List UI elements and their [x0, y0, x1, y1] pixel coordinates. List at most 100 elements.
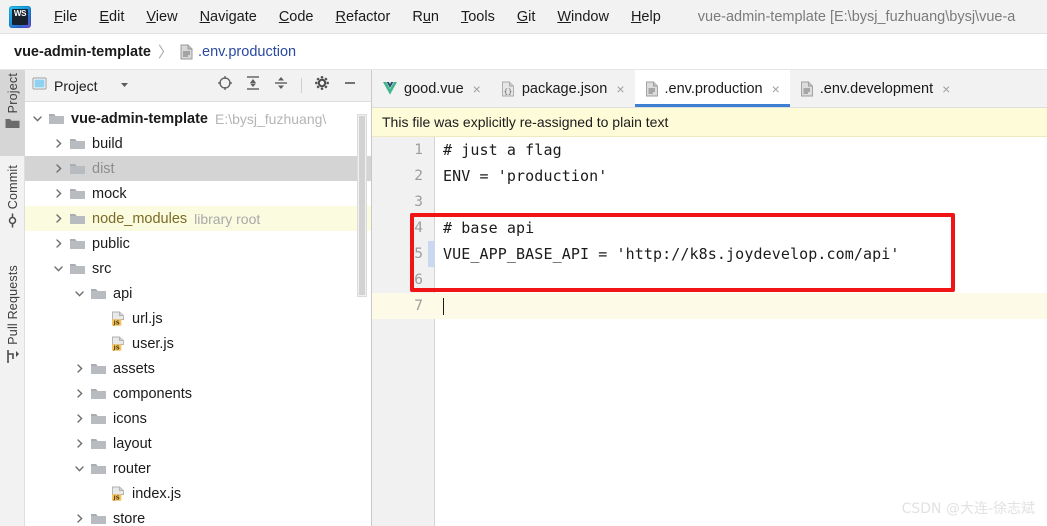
- tree-node-icons[interactable]: icons: [25, 406, 371, 431]
- code-text: # base api: [443, 219, 535, 237]
- folder-icon: [90, 361, 107, 376]
- menu-run[interactable]: Run: [401, 6, 450, 28]
- code-line[interactable]: 2 ENV = 'production': [372, 163, 1047, 189]
- code-line[interactable]: 7: [372, 293, 1047, 319]
- tree-node-store[interactable]: store: [25, 506, 371, 526]
- tree-node-node-modules[interactable]: node_modules library root: [25, 206, 371, 231]
- breadcrumb-project[interactable]: vue-admin-template: [14, 44, 151, 60]
- menu-git[interactable]: Git: [506, 6, 547, 28]
- editor-area: good.vue × {} package.json × .env.production ×…: [372, 70, 1047, 526]
- close-icon[interactable]: ×: [942, 82, 950, 96]
- chevron-right-icon[interactable]: [73, 362, 86, 375]
- chevron-right-icon[interactable]: [52, 137, 65, 150]
- chevron-right-icon[interactable]: [52, 237, 65, 250]
- chevron-right-icon[interactable]: [73, 437, 86, 450]
- tree-node-router[interactable]: router: [25, 456, 371, 481]
- chevron-down-icon[interactable]: [119, 77, 130, 95]
- tree-no-arrow: [94, 312, 107, 325]
- code-line[interactable]: 3: [372, 189, 1047, 215]
- breadcrumb-file[interactable]: .env.production: [198, 44, 296, 60]
- chevron-right-icon[interactable]: [52, 162, 65, 175]
- line-number: 1: [414, 142, 423, 158]
- tree-node-api[interactable]: api: [25, 281, 371, 306]
- chevron-down-icon[interactable]: [73, 287, 86, 300]
- tree-node-label: index.js: [132, 485, 182, 502]
- vue-file-icon: [382, 81, 398, 96]
- collapse-all-icon[interactable]: [273, 75, 289, 96]
- code-line[interactable]: 5 VUE_APP_BASE_API = 'http://k8s.joydevel…: [372, 241, 1047, 267]
- code-line[interactable]: 6: [372, 267, 1047, 293]
- editor-tab--env-development[interactable]: .env.development ×: [790, 70, 961, 107]
- project-panel-header: Project: [25, 70, 371, 102]
- tree-no-arrow: [94, 337, 107, 350]
- tree-node-user-js[interactable]: JS user.js: [25, 331, 371, 356]
- editor-tab-good-vue[interactable]: good.vue ×: [372, 70, 491, 107]
- chevron-right-icon[interactable]: [73, 512, 86, 525]
- tree-node-path: E:\bysj_fuzhuang\: [214, 110, 327, 127]
- folder-icon: [69, 236, 86, 251]
- tool-window-commit[interactable]: Commit: [0, 162, 25, 254]
- tool-window-pull-requests[interactable]: Pull Requests: [0, 262, 25, 390]
- menu-code[interactable]: Code: [268, 6, 325, 28]
- folder-icon: [90, 386, 107, 401]
- menu-view[interactable]: View: [135, 6, 188, 28]
- tool-window-project[interactable]: Project: [0, 70, 25, 156]
- chevron-down-icon[interactable]: [73, 462, 86, 475]
- tree-node-build[interactable]: build: [25, 131, 371, 156]
- close-icon[interactable]: ×: [473, 82, 481, 96]
- tree-node-dist[interactable]: dist: [25, 156, 371, 181]
- tree-node-vue-admin-template[interactable]: vue-admin-template E:\bysj_fuzhuang\: [25, 106, 371, 131]
- chevron-down-icon[interactable]: [52, 262, 65, 275]
- menu-refactor[interactable]: Refactor: [325, 6, 402, 28]
- project-tool-window: Project vue-admin-template E:\bysj_fuzhu…: [25, 70, 372, 526]
- tree-node-layout[interactable]: layout: [25, 431, 371, 456]
- title-bar: FileEditViewNavigateCodeRefactorRunTools…: [0, 0, 1047, 34]
- menu-edit[interactable]: Edit: [88, 6, 135, 28]
- tree-no-arrow: [94, 487, 107, 500]
- menu-window[interactable]: Window: [546, 6, 620, 28]
- project-view-tab[interactable]: Project: [32, 76, 130, 96]
- tree-node-label: user.js: [132, 335, 174, 352]
- editor-tab--env-production[interactable]: .env.production ×: [634, 70, 791, 107]
- menu-tools[interactable]: Tools: [450, 6, 506, 28]
- gear-icon[interactable]: [314, 75, 330, 96]
- js-file-icon: JS: [111, 311, 126, 327]
- folder-icon: [90, 511, 107, 526]
- locate-icon[interactable]: [217, 75, 233, 96]
- close-icon[interactable]: ×: [772, 82, 780, 96]
- menu-navigate[interactable]: Navigate: [189, 6, 268, 28]
- code-editor[interactable]: 1 # just a flag 2 ENV = 'production' 3 4 # bas…: [372, 137, 1047, 526]
- tool-window-label: Project: [5, 73, 20, 114]
- editor-tabs: good.vue × {} package.json × .env.production ×…: [372, 70, 1047, 108]
- branch-icon: [5, 349, 20, 369]
- minimize-icon[interactable]: [342, 75, 358, 96]
- line-number: 5: [414, 246, 423, 262]
- code-line[interactable]: 4 # base api: [372, 215, 1047, 241]
- chevron-down-icon[interactable]: [31, 112, 44, 125]
- project-file-tree[interactable]: vue-admin-template E:\bysj_fuzhuang\ build…: [25, 102, 371, 526]
- tree-node-src[interactable]: src: [25, 256, 371, 281]
- project-panel-title: Project: [54, 77, 98, 94]
- code-line[interactable]: 1 # just a flag: [372, 137, 1047, 163]
- line-number: 4: [414, 220, 423, 236]
- tree-node-assets[interactable]: assets: [25, 356, 371, 381]
- chevron-right-icon[interactable]: [52, 212, 65, 225]
- close-icon[interactable]: ×: [616, 82, 624, 96]
- toolbar-divider: [301, 78, 302, 93]
- text-file-icon: [800, 81, 814, 97]
- tree-node-index-js[interactable]: JS index.js: [25, 481, 371, 506]
- editor-tab-package-json[interactable]: {} package.json ×: [491, 70, 635, 107]
- chevron-right-icon[interactable]: [73, 387, 86, 400]
- expand-all-icon[interactable]: [245, 75, 261, 96]
- tree-scrollbar[interactable]: [357, 114, 367, 297]
- tree-node-public[interactable]: public: [25, 231, 371, 256]
- menu-file[interactable]: File: [43, 6, 88, 28]
- webstorm-logo-icon: [9, 5, 31, 28]
- chevron-right-icon[interactable]: [52, 187, 65, 200]
- menu-help[interactable]: Help: [620, 6, 672, 28]
- tree-node-url-js[interactable]: JS url.js: [25, 306, 371, 331]
- tree-node-mock[interactable]: mock: [25, 181, 371, 206]
- tree-node-label: dist: [92, 160, 115, 177]
- chevron-right-icon[interactable]: [73, 412, 86, 425]
- tree-node-components[interactable]: components: [25, 381, 371, 406]
